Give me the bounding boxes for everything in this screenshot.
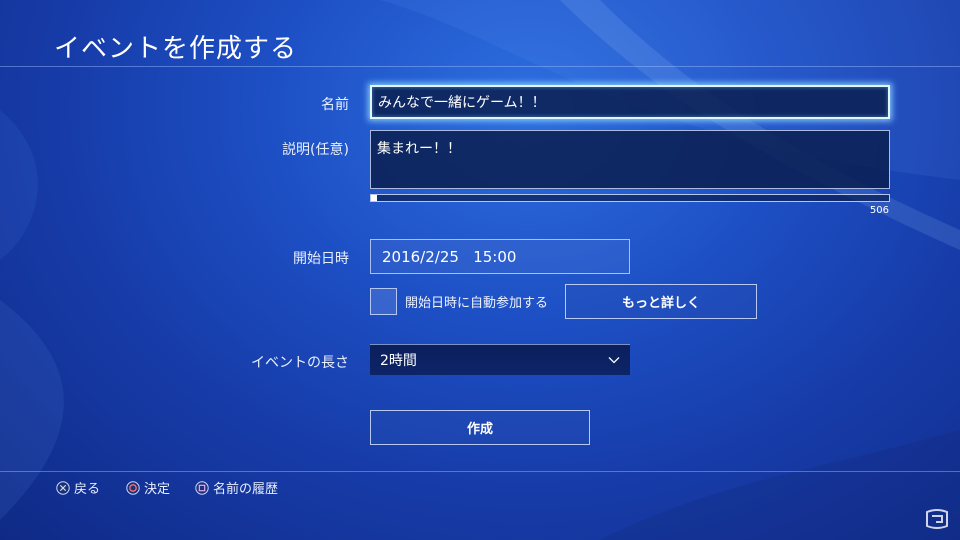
square-button-icon xyxy=(195,480,209,495)
site-logo xyxy=(926,509,948,529)
circle-button-icon xyxy=(126,480,140,495)
name-label: 名前 xyxy=(321,97,349,113)
description-label: 説明(任意) xyxy=(282,142,349,158)
footer-divider xyxy=(0,471,960,472)
page-title: イベントを作成する xyxy=(54,34,298,64)
start-label: 開始日時 xyxy=(293,251,349,267)
create-button[interactable]: 作成 xyxy=(370,410,590,445)
cross-button-icon xyxy=(56,480,70,495)
start-datetime-value: 2016/2/25 15:00 xyxy=(382,247,517,266)
confirm-hint: 決定 xyxy=(126,478,170,497)
more-details-label: もっと詳しく xyxy=(621,296,700,311)
confirm-hint-label: 決定 xyxy=(144,482,171,497)
duration-select[interactable]: 2時間 xyxy=(370,344,630,375)
start-datetime-field[interactable]: 2016/2/25 15:00 xyxy=(370,239,630,274)
duration-value: 2時間 xyxy=(380,353,417,369)
name-value: みんなで一緒にゲーム！！ xyxy=(378,95,546,111)
description-value: 集まれー！！ xyxy=(377,141,461,157)
back-hint: 戻る xyxy=(56,478,100,497)
character-usage-bar xyxy=(370,194,890,202)
name-history-hint: 名前の履歴 xyxy=(195,478,278,497)
create-label: 作成 xyxy=(466,422,493,437)
duration-label: イベントの長さ xyxy=(251,355,349,371)
remaining-characters: 506 xyxy=(869,205,889,216)
chevron-down-icon xyxy=(608,357,620,364)
character-usage-fill xyxy=(371,195,378,201)
more-details-button[interactable]: もっと詳しく xyxy=(565,284,757,319)
back-hint-label: 戻る xyxy=(74,482,101,497)
header-divider xyxy=(0,66,960,67)
auto-join-checkbox[interactable] xyxy=(370,288,397,315)
name-history-hint-label: 名前の履歴 xyxy=(213,482,279,497)
name-field[interactable]: みんなで一緒にゲーム！！ xyxy=(370,85,890,119)
description-field[interactable]: 集まれー！！ xyxy=(370,130,890,189)
auto-join-label: 開始日時に自動参加する xyxy=(405,296,549,311)
